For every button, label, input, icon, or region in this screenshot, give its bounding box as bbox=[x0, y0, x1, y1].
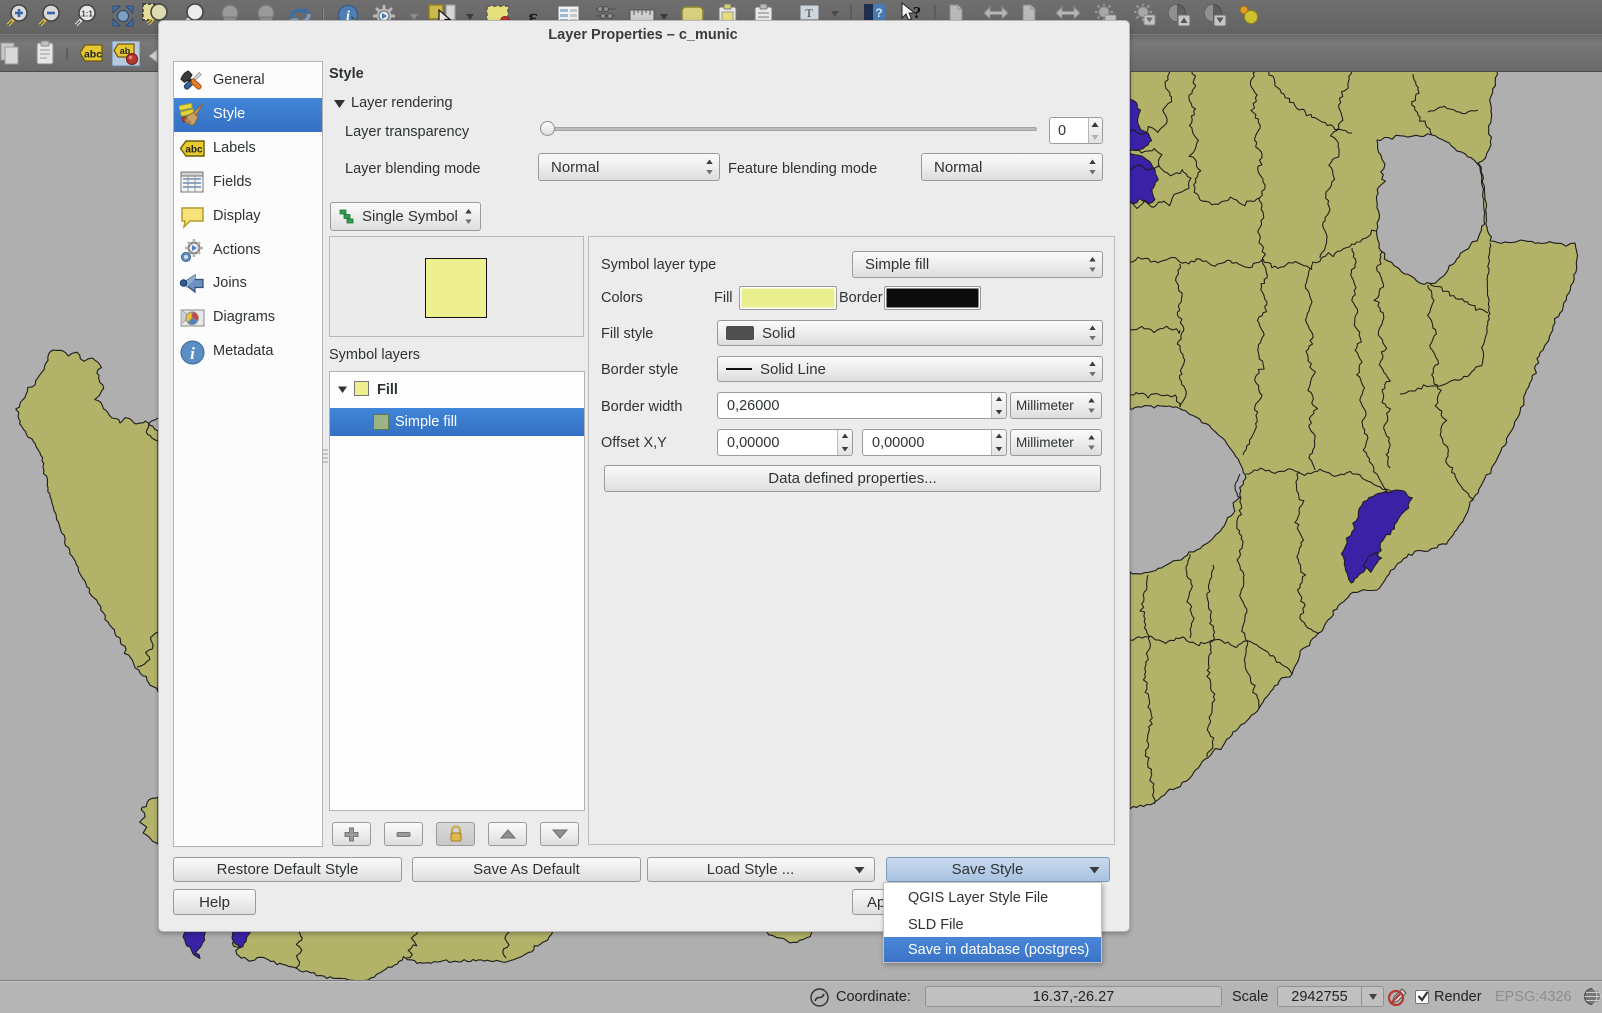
svg-text:i: i bbox=[190, 344, 195, 363]
svg-text:T: T bbox=[805, 6, 813, 20]
svg-text:abc: abc bbox=[185, 145, 203, 156]
svg-text:1:1: 1:1 bbox=[81, 10, 93, 19]
svg-text:abc: abc bbox=[84, 49, 102, 61]
svg-text:?: ? bbox=[875, 6, 882, 20]
